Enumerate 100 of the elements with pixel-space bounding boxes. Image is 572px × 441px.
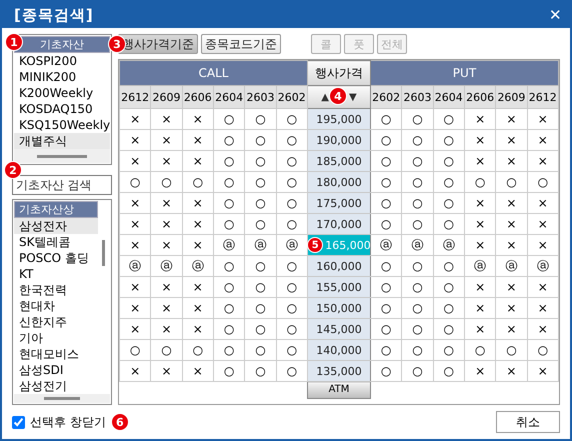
table-cell[interactable]: ○	[370, 256, 402, 276]
table-cell[interactable]: ○	[213, 130, 245, 150]
table-cell[interactable]: ○	[276, 150, 308, 172]
table-cell[interactable]: ○	[213, 340, 245, 360]
table-cell[interactable]: ×	[182, 360, 214, 382]
table-cell[interactable]: ×	[527, 276, 558, 298]
list-item[interactable]: POSCO 홀딩	[14, 250, 98, 266]
table-cell[interactable]: ○	[213, 214, 245, 234]
table-cell[interactable]: ○	[276, 108, 308, 130]
table-cell[interactable]: ○	[182, 172, 214, 192]
table-cell[interactable]: ⓐ	[527, 256, 558, 276]
list-item[interactable]: KT	[14, 266, 98, 282]
table-cell[interactable]: ×	[182, 234, 214, 256]
table-cell[interactable]: ⓐ	[402, 234, 434, 256]
table-cell[interactable]: ×	[150, 298, 182, 318]
table-cell[interactable]: ×	[150, 234, 182, 256]
table-cell[interactable]: ○	[402, 214, 434, 234]
table-cell[interactable]: ×	[527, 150, 558, 172]
table-cell[interactable]: ○	[213, 298, 245, 318]
table-cell[interactable]: ×	[182, 276, 214, 298]
list-item[interactable]: 신한지주	[14, 314, 98, 330]
list-item[interactable]: 삼성전자	[14, 218, 98, 234]
table-cell[interactable]: ○	[402, 256, 434, 276]
table-cell[interactable]: ○	[276, 256, 308, 276]
table-cell[interactable]: ○	[370, 214, 402, 234]
table-cell[interactable]: ×	[120, 298, 151, 318]
scrollbar-thumb[interactable]	[44, 397, 80, 400]
table-cell[interactable]: ○	[213, 256, 245, 276]
table-cell[interactable]: ○	[213, 108, 245, 130]
table-cell[interactable]: ⓐ	[370, 234, 402, 256]
table-cell[interactable]: ×	[464, 360, 496, 382]
table-cell[interactable]: ×	[182, 108, 214, 130]
table-cell[interactable]: ×	[150, 192, 182, 214]
list-item[interactable]: MINIK200	[14, 69, 110, 85]
table-cell[interactable]: ○	[402, 150, 434, 172]
table-cell[interactable]: ×	[464, 214, 496, 234]
list-item[interactable]: 한국전력	[14, 282, 98, 298]
table-cell[interactable]: ○	[244, 360, 276, 382]
table-cell[interactable]: ○	[433, 192, 464, 214]
scrollbar-thumb[interactable]	[102, 240, 105, 266]
table-cell[interactable]: ×	[464, 234, 496, 256]
table-cell[interactable]: ×	[496, 234, 528, 256]
search-field[interactable]: 기초자산 검색	[12, 175, 112, 196]
table-cell[interactable]: ×	[527, 192, 558, 214]
table-cell[interactable]: ×	[496, 192, 528, 214]
table-cell[interactable]: ○	[370, 340, 402, 360]
table-cell[interactable]: ○	[213, 192, 245, 214]
table-cell[interactable]: ○	[496, 172, 528, 192]
table-cell[interactable]: ○	[402, 192, 434, 214]
table-cell[interactable]: ×	[120, 318, 151, 340]
table-cell[interactable]: ⓐ	[496, 256, 528, 276]
table-cell[interactable]: ×	[182, 150, 214, 172]
table-cell[interactable]: ×	[150, 360, 182, 382]
table-cell[interactable]: ×	[150, 130, 182, 150]
table-cell[interactable]: ○	[370, 276, 402, 298]
table-cell[interactable]: ×	[150, 108, 182, 130]
table-cell[interactable]: ○	[276, 318, 308, 340]
table-cell[interactable]: ×	[182, 192, 214, 214]
table-cell[interactable]: ○	[276, 192, 308, 214]
table-cell[interactable]: ○	[402, 172, 434, 192]
table-cell[interactable]: ○	[370, 108, 402, 130]
table-cell[interactable]: ○	[276, 340, 308, 360]
table-cell[interactable]: ○	[244, 298, 276, 318]
list-item[interactable]: 현대차	[14, 298, 98, 314]
table-cell[interactable]: ○	[402, 108, 434, 130]
table-cell[interactable]: ×	[182, 130, 214, 150]
table-cell[interactable]: ×	[527, 234, 558, 256]
table-cell[interactable]: ○	[244, 318, 276, 340]
table-cell[interactable]: ○	[370, 318, 402, 340]
table-cell[interactable]: ⓐ	[213, 234, 245, 256]
table-cell[interactable]: ⓐ	[433, 234, 464, 256]
table-cell[interactable]: ×	[182, 214, 214, 234]
table-cell[interactable]: ○	[370, 298, 402, 318]
table-cell[interactable]: ○	[402, 276, 434, 298]
atm-button[interactable]: ATM	[307, 382, 370, 398]
table-cell[interactable]: ×	[120, 150, 151, 172]
table-cell[interactable]: ×	[464, 108, 496, 130]
table-cell[interactable]: ○	[276, 130, 308, 150]
table-cell[interactable]: ○	[370, 192, 402, 214]
table-cell[interactable]: ×	[464, 192, 496, 214]
table-cell[interactable]: ⓐ	[464, 256, 496, 276]
table-cell[interactable]: ○	[213, 150, 245, 172]
list-item[interactable]: 삼성전기	[14, 378, 98, 394]
table-cell[interactable]: ○	[370, 130, 402, 150]
table-cell[interactable]: ○	[182, 340, 214, 360]
table-cell[interactable]: ×	[496, 276, 528, 298]
table-cell[interactable]: ○	[402, 298, 434, 318]
table-cell[interactable]: ⓐ	[244, 234, 276, 256]
table-cell[interactable]: ○	[496, 340, 528, 360]
table-cell[interactable]: ○	[433, 256, 464, 276]
table-cell[interactable]: ○	[276, 214, 308, 234]
table-cell[interactable]: ○	[433, 172, 464, 192]
table-cell[interactable]: ○	[120, 172, 151, 192]
cancel-button[interactable]: 취소	[496, 411, 560, 433]
table-cell[interactable]: ⓐ	[182, 256, 214, 276]
table-cell[interactable]: ○	[464, 340, 496, 360]
table-cell[interactable]: ○	[244, 340, 276, 360]
table-cell[interactable]: ⓐ	[276, 234, 308, 256]
table-cell[interactable]: ○	[276, 172, 308, 192]
table-cell[interactable]: ×	[120, 234, 151, 256]
